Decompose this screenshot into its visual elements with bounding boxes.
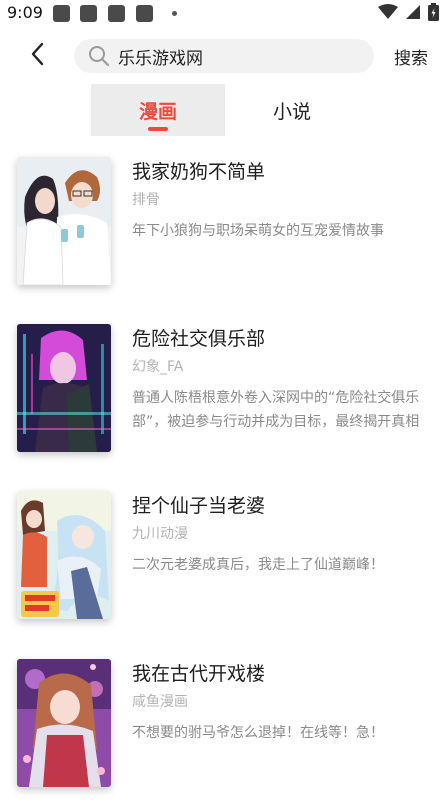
search-button[interactable]: 搜索: [394, 44, 428, 69]
comic-cover[interactable]: [17, 491, 111, 619]
comic-author: 幻象_FA: [132, 359, 184, 375]
tab-comics[interactable]: 漫画: [91, 84, 225, 136]
tab-label: 小说: [272, 100, 311, 123]
wifi-icon: [378, 4, 398, 24]
notification-icon: [108, 5, 125, 22]
comic-author: 九川动漫: [132, 526, 188, 542]
search-box[interactable]: [74, 39, 374, 73]
battery-icon: [428, 3, 439, 25]
tab-active-indicator: [148, 127, 168, 131]
comic-title: 危险社交俱乐部: [132, 328, 266, 350]
comic-cover[interactable]: [17, 324, 111, 452]
comic-author: 排骨: [132, 192, 160, 208]
notification-icon: [136, 5, 153, 22]
more-notifications-icon: [172, 11, 177, 16]
comic-description: 年下小狼狗与职场呆萌女的互宠爱情故事: [132, 223, 384, 239]
tab-novels[interactable]: 小说: [225, 84, 359, 136]
comic-list-item[interactable]: 我在古代开戏楼 咸鱼漫画 不想要的驸马爷怎么退掉！在线等！急！: [0, 659, 447, 799]
status-icons: [378, 3, 439, 25]
comic-description: 普通人陈梧根意外卷入深网中的“危险社交俱乐部”，被迫参与行动并成为目标，最终揭开…: [132, 390, 420, 430]
search-input[interactable]: [118, 46, 358, 66]
comic-list-item[interactable]: 我家奶狗不简单 排骨 年下小狼狗与职场呆萌女的互宠爱情故事: [0, 157, 447, 297]
notification-icon: [53, 5, 70, 22]
comic-list-item[interactable]: 危险社交俱乐部 幻象_FA 普通人陈梧根意外卷入深网中的“危险社交俱乐部”，被迫…: [0, 324, 447, 464]
chevron-left-icon: [30, 42, 46, 70]
search-icon: [88, 45, 110, 67]
tab-bar: 漫画 小说: [91, 84, 359, 136]
notification-icon: [80, 5, 97, 22]
comic-list-item[interactable]: 捏个仙子当老婆 九川动漫 二次元老婆成真后，我走上了仙道巅峰！: [0, 491, 447, 631]
status-bar: 9:09: [0, 0, 447, 28]
signal-icon: [405, 4, 421, 24]
comic-description: 不想要的驸马爷怎么退掉！在线等！急！: [132, 725, 384, 741]
status-time: 9:09: [7, 3, 43, 22]
comic-cover[interactable]: [17, 157, 111, 285]
comic-title: 我在古代开戏楼: [132, 663, 266, 685]
back-button[interactable]: [22, 40, 54, 72]
comic-cover[interactable]: [17, 659, 111, 787]
comic-title: 我家奶狗不简单: [132, 161, 266, 183]
comic-author: 咸鱼漫画: [132, 694, 188, 710]
comic-title: 捏个仙子当老婆: [132, 495, 266, 517]
comic-description: 二次元老婆成真后，我走上了仙道巅峰！: [132, 557, 384, 573]
tab-label: 漫画: [138, 100, 177, 123]
